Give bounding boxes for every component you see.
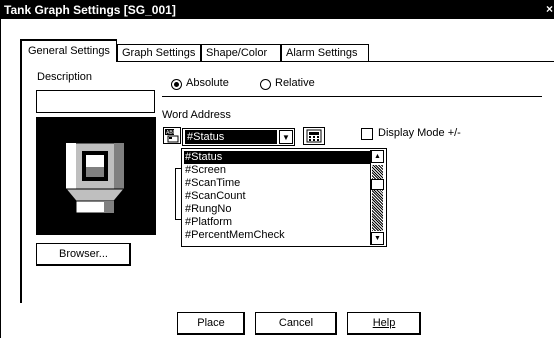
absolute-radio-label: Absolute	[186, 77, 229, 89]
absolute-radio[interactable]	[171, 79, 182, 90]
word-address-value: #Status	[185, 130, 277, 144]
description-label: Description	[37, 71, 93, 83]
section-divider	[162, 96, 542, 97]
display-mode-checkbox[interactable]	[361, 128, 373, 140]
scroll-thumb[interactable]	[371, 179, 384, 190]
dropdown-arrow-icon[interactable]: ▼	[279, 130, 293, 144]
list-item[interactable]: #RungNo	[184, 203, 370, 216]
scroll-up-icon[interactable]: ▲	[371, 150, 384, 163]
relative-radio[interactable]	[260, 79, 271, 90]
scroll-track[interactable]	[372, 190, 383, 231]
svg-text:ABC: ABC	[166, 130, 177, 136]
word-address-combo[interactable]: #Status ▼	[182, 128, 295, 146]
word-address-dropdown-list[interactable]: #Status #Screen #ScanTime #ScanCount #Ru…	[181, 148, 387, 247]
tank-graph-icon	[64, 142, 126, 214]
tab-general-settings[interactable]: General Settings	[20, 39, 117, 62]
radio-selected-dot	[174, 82, 179, 87]
list-item[interactable]: #Status	[184, 151, 370, 164]
list-item[interactable]: #Platform	[184, 216, 370, 229]
tab-alarm-settings[interactable]: Alarm Settings	[281, 44, 369, 61]
list-item[interactable]: #ScanTime	[184, 177, 370, 190]
cancel-button[interactable]: Cancel	[255, 312, 337, 335]
tab-shape-color[interactable]: Shape/Color	[201, 44, 281, 61]
list-item[interactable]: #PercentMemCheck	[184, 229, 370, 242]
title-bar[interactable]: Tank Graph Settings [SG_001] ×	[1, 0, 554, 19]
keypad-button[interactable]	[303, 127, 325, 145]
display-mode-label: Display Mode +/-	[378, 127, 461, 139]
place-button[interactable]: Place	[177, 312, 245, 335]
relative-radio-label: Relative	[275, 77, 315, 89]
dropdown-scrollbar[interactable]: ▲ ▼	[370, 150, 385, 245]
browser-button[interactable]: Browser...	[36, 243, 131, 266]
list-item[interactable]: #Screen	[184, 164, 370, 177]
tank-preview	[36, 117, 156, 235]
dialog-window: Tank Graph Settings [SG_001] × General S…	[0, 0, 554, 338]
scroll-track[interactable]	[372, 165, 383, 179]
tab-graph-settings[interactable]: Graph Settings	[117, 44, 201, 61]
address-input-mode-icon[interactable]: ABC	[163, 127, 181, 144]
word-address-label: Word Address	[162, 109, 231, 121]
close-icon[interactable]: ×	[546, 2, 554, 16]
window-title: Tank Graph Settings [SG_001]	[4, 3, 176, 17]
list-item[interactable]: #ScanCount	[184, 190, 370, 203]
description-input[interactable]	[36, 90, 155, 113]
scroll-down-icon[interactable]: ▼	[371, 232, 384, 245]
help-button[interactable]: Help	[347, 312, 421, 335]
